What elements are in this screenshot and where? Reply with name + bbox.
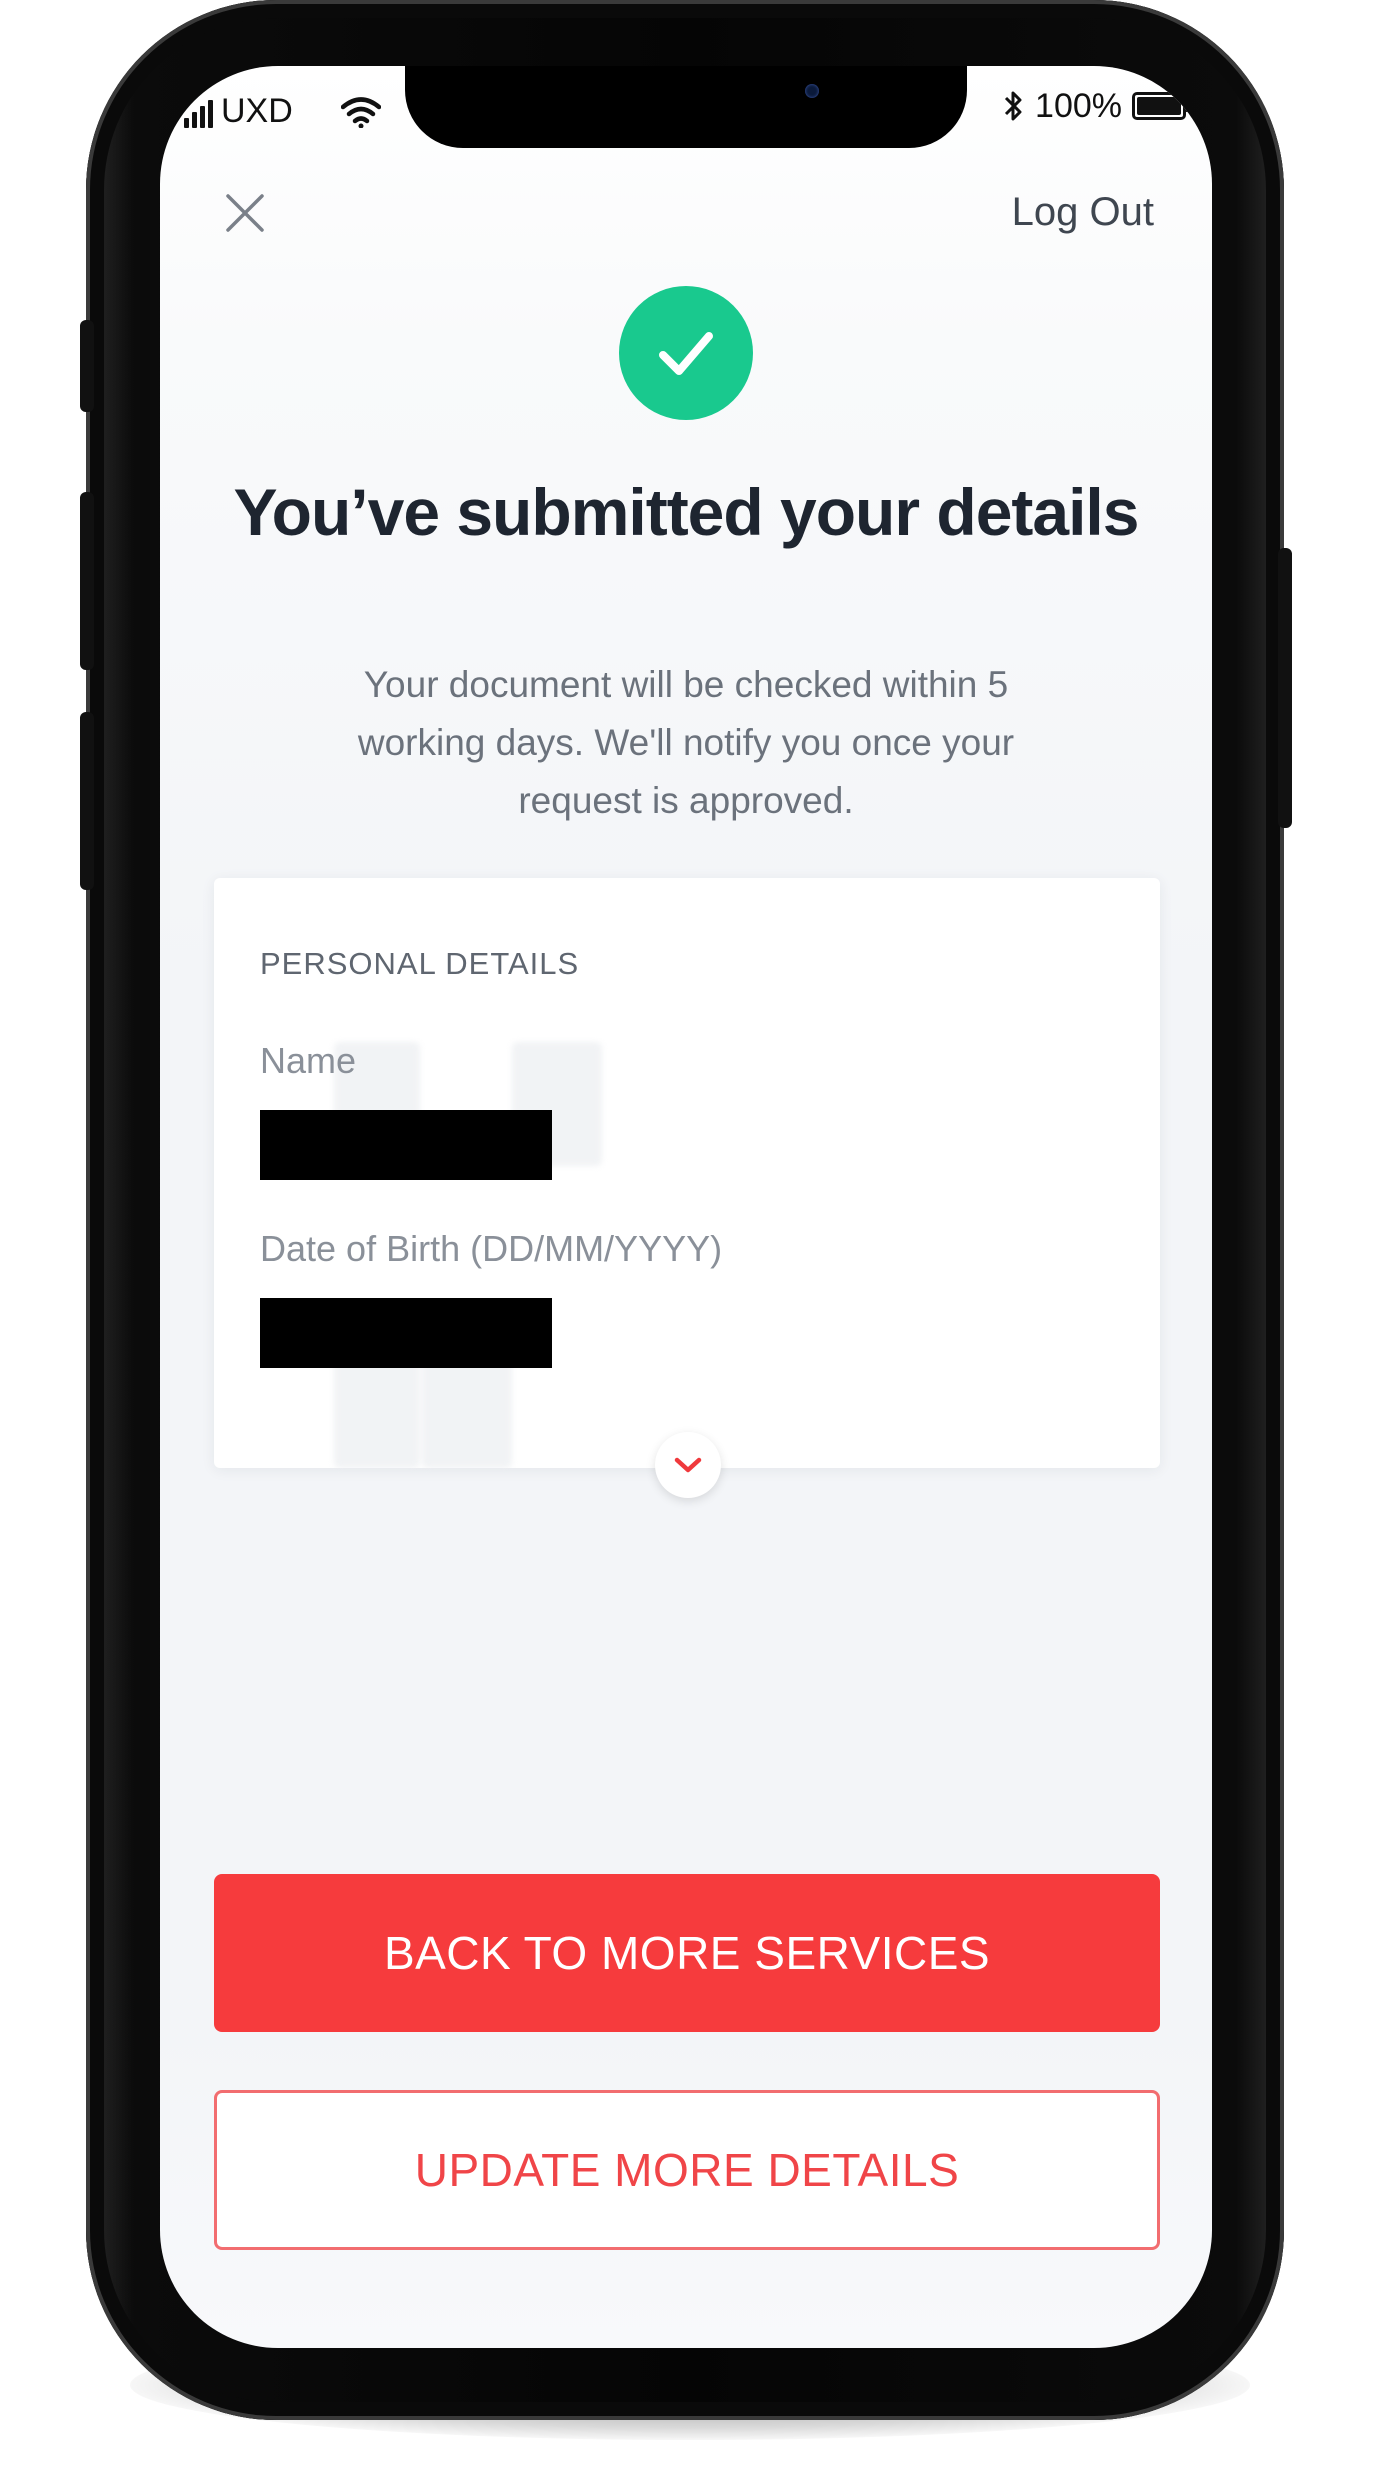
- background-placeholder: [334, 1358, 420, 1468]
- status-bar-left: UXD: [184, 84, 381, 128]
- battery-level: [1137, 97, 1181, 115]
- wifi-icon: [340, 97, 381, 128]
- volume-down-button: [80, 712, 94, 890]
- notch: [405, 66, 967, 148]
- signal-icon: [184, 98, 213, 128]
- name-value-redacted: [260, 1110, 552, 1180]
- personal-details-card: PERSONAL DETAILS Name Date of Birth (DD/…: [214, 878, 1160, 1468]
- date-of-birth-label: Date of Birth (DD/MM/YYYY): [260, 1228, 723, 1269]
- update-more-details-label: UPDATE MORE DETAILS: [414, 2144, 960, 2196]
- phone-screen: UXD 100% Log Out You’ve submitted your d…: [160, 66, 1212, 2348]
- power-button: [1278, 548, 1292, 828]
- bluetooth-icon: [1004, 91, 1022, 121]
- volume-up-button: [80, 492, 94, 670]
- silent-switch: [80, 320, 94, 412]
- update-more-details-button[interactable]: UPDATE MORE DETAILS: [214, 2090, 1160, 2250]
- log-out-link[interactable]: Log Out: [1012, 190, 1154, 235]
- chevron-down-icon: [674, 1457, 702, 1473]
- success-badge: [619, 286, 753, 420]
- expand-details-button[interactable]: [655, 1432, 721, 1498]
- name-label: Name: [260, 1040, 357, 1081]
- confirmation-message: Your document will be checked within 5 w…: [357, 664, 1015, 821]
- section-heading: PERSONAL DETAILS: [260, 946, 580, 981]
- status-bar-right: 100%: [1003, 84, 1190, 128]
- back-to-more-services-label: BACK TO MORE SERVICES: [383, 1927, 991, 1979]
- battery-percentage: 100%: [1035, 86, 1122, 125]
- page-title: You’ve submitted your details: [233, 475, 1140, 549]
- check-icon: [659, 332, 713, 375]
- front-camera: [805, 84, 819, 98]
- close-icon[interactable]: [224, 192, 266, 234]
- carrier-name: UXD: [221, 92, 293, 130]
- battery-icon: [1132, 92, 1190, 120]
- background-placeholder: [422, 1358, 512, 1468]
- back-to-more-services-button[interactable]: BACK TO MORE SERVICES: [214, 1874, 1160, 2032]
- date-of-birth-value-redacted: [260, 1298, 552, 1368]
